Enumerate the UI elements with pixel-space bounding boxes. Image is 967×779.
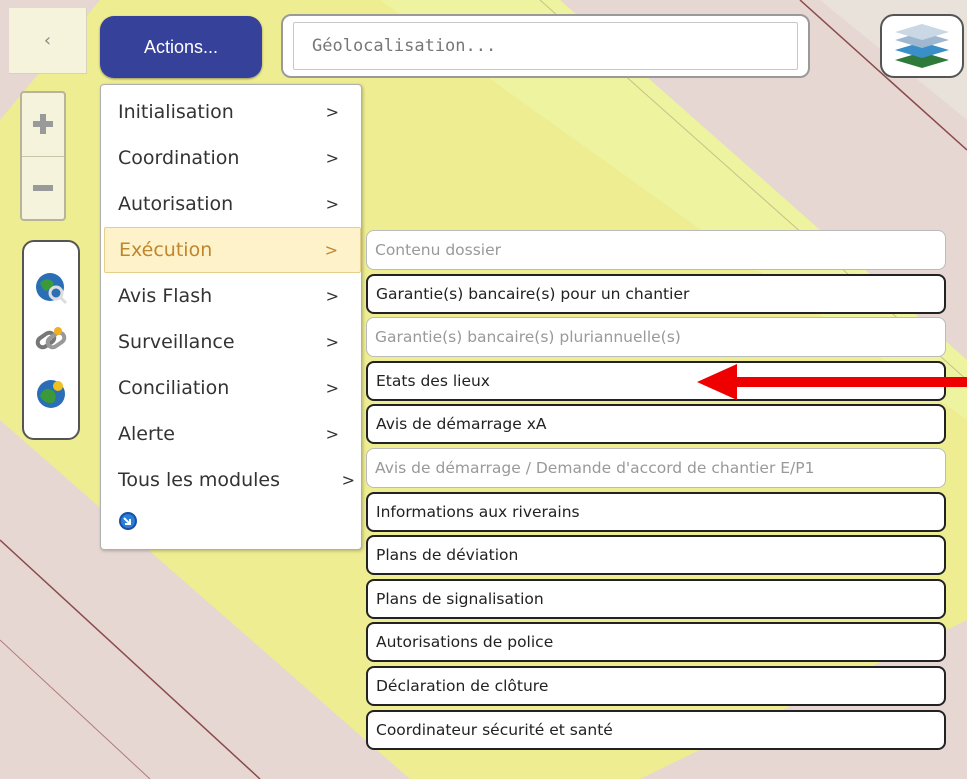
menu-item-label: Conciliation <box>118 377 230 399</box>
collapse-panel-button[interactable]: ‹ <box>9 8 87 74</box>
layers-icon <box>895 24 949 68</box>
menu-item-label: Initialisation <box>118 101 234 123</box>
zoom-control <box>20 91 66 221</box>
execution-submenu: Contenu dossier Garantie(s) bancaire(s) … <box>366 230 946 753</box>
menu-item-label: Surveillance <box>118 331 235 353</box>
menu-item-label: Exécution <box>119 239 213 261</box>
menu-item-alerte[interactable]: Alerte > <box>101 411 361 457</box>
geolocation-box <box>281 14 810 78</box>
globe-sun-icon[interactable] <box>34 376 68 410</box>
chevron-right-icon: > <box>325 424 339 444</box>
menu-item-label: Autorisation <box>118 193 234 215</box>
chevron-right-icon: > <box>341 470 355 490</box>
chevron-right-icon: > <box>325 194 339 214</box>
submenu-item-plans-deviation[interactable]: Plans de déviation <box>366 535 946 576</box>
menu-item-avis-flash[interactable]: Avis Flash > <box>101 273 361 319</box>
menu-item-initialisation[interactable]: Initialisation > <box>101 89 361 135</box>
menu-item-surveillance[interactable]: Surveillance > <box>101 319 361 365</box>
chevron-right-icon: > <box>325 286 339 306</box>
geolocation-input[interactable] <box>293 22 798 70</box>
annotation-arrow-icon <box>697 364 967 400</box>
chevron-right-icon: > <box>325 332 339 352</box>
minus-icon <box>33 184 53 191</box>
submenu-item-avis-demarrage-xa[interactable]: Avis de démarrage xA <box>366 404 946 445</box>
menu-item-autorisation[interactable]: Autorisation > <box>101 181 361 227</box>
chevron-right-icon: > <box>325 378 339 398</box>
zoom-out-button[interactable] <box>22 155 64 220</box>
chevron-left-icon: ‹ <box>43 30 52 51</box>
blue-circle-arrow-icon[interactable] <box>118 511 138 531</box>
menu-item-tous-les-modules[interactable]: Tous les modules > <box>101 457 361 503</box>
submenu-item-informations-riverains[interactable]: Informations aux riverains <box>366 491 946 532</box>
submenu-item-coordinateur-securite[interactable]: Coordinateur sécurité et santé <box>366 709 946 750</box>
menu-item-execution[interactable]: Exécution > <box>104 227 361 273</box>
plus-icon <box>33 114 53 135</box>
menu-item-conciliation[interactable]: Conciliation > <box>101 365 361 411</box>
menu-item-coordination[interactable]: Coordination > <box>101 135 361 181</box>
menu-item-label: Alerte <box>118 423 175 445</box>
submenu-item-avis-demarrage-ep1: Avis de démarrage / Demande d'accord de … <box>366 447 946 488</box>
menu-item-label: Tous les modules <box>118 469 280 491</box>
chevron-right-icon: > <box>325 102 339 122</box>
menu-item-label: Coordination <box>118 147 240 169</box>
submenu-item-garantie-pluriannuelle: Garantie(s) bancaire(s) pluriannuelle(s) <box>366 317 946 358</box>
menu-item-label: Avis Flash <box>118 285 213 307</box>
menu-footer <box>101 503 361 535</box>
submenu-item-contenu-dossier: Contenu dossier <box>366 230 946 270</box>
zoom-in-button[interactable] <box>22 93 64 156</box>
submenu-item-plans-signalisation[interactable]: Plans de signalisation <box>366 578 946 619</box>
submenu-item-autorisations-police[interactable]: Autorisations de police <box>366 622 946 663</box>
submenu-item-garantie-chantier[interactable]: Garantie(s) bancaire(s) pour un chantier <box>366 273 946 314</box>
globe-magnifier-icon[interactable] <box>34 271 68 305</box>
submenu-item-declaration-cloture[interactable]: Déclaration de clôture <box>366 665 946 706</box>
map-tools-panel <box>22 240 80 440</box>
layers-button[interactable] <box>880 14 964 78</box>
chevron-right-icon: > <box>325 148 339 168</box>
actions-menu: Initialisation > Coordination > Autorisa… <box>100 84 362 550</box>
chain-link-icon[interactable] <box>34 323 68 357</box>
chevron-right-icon: > <box>324 240 338 260</box>
actions-button[interactable]: Actions... <box>100 16 262 78</box>
